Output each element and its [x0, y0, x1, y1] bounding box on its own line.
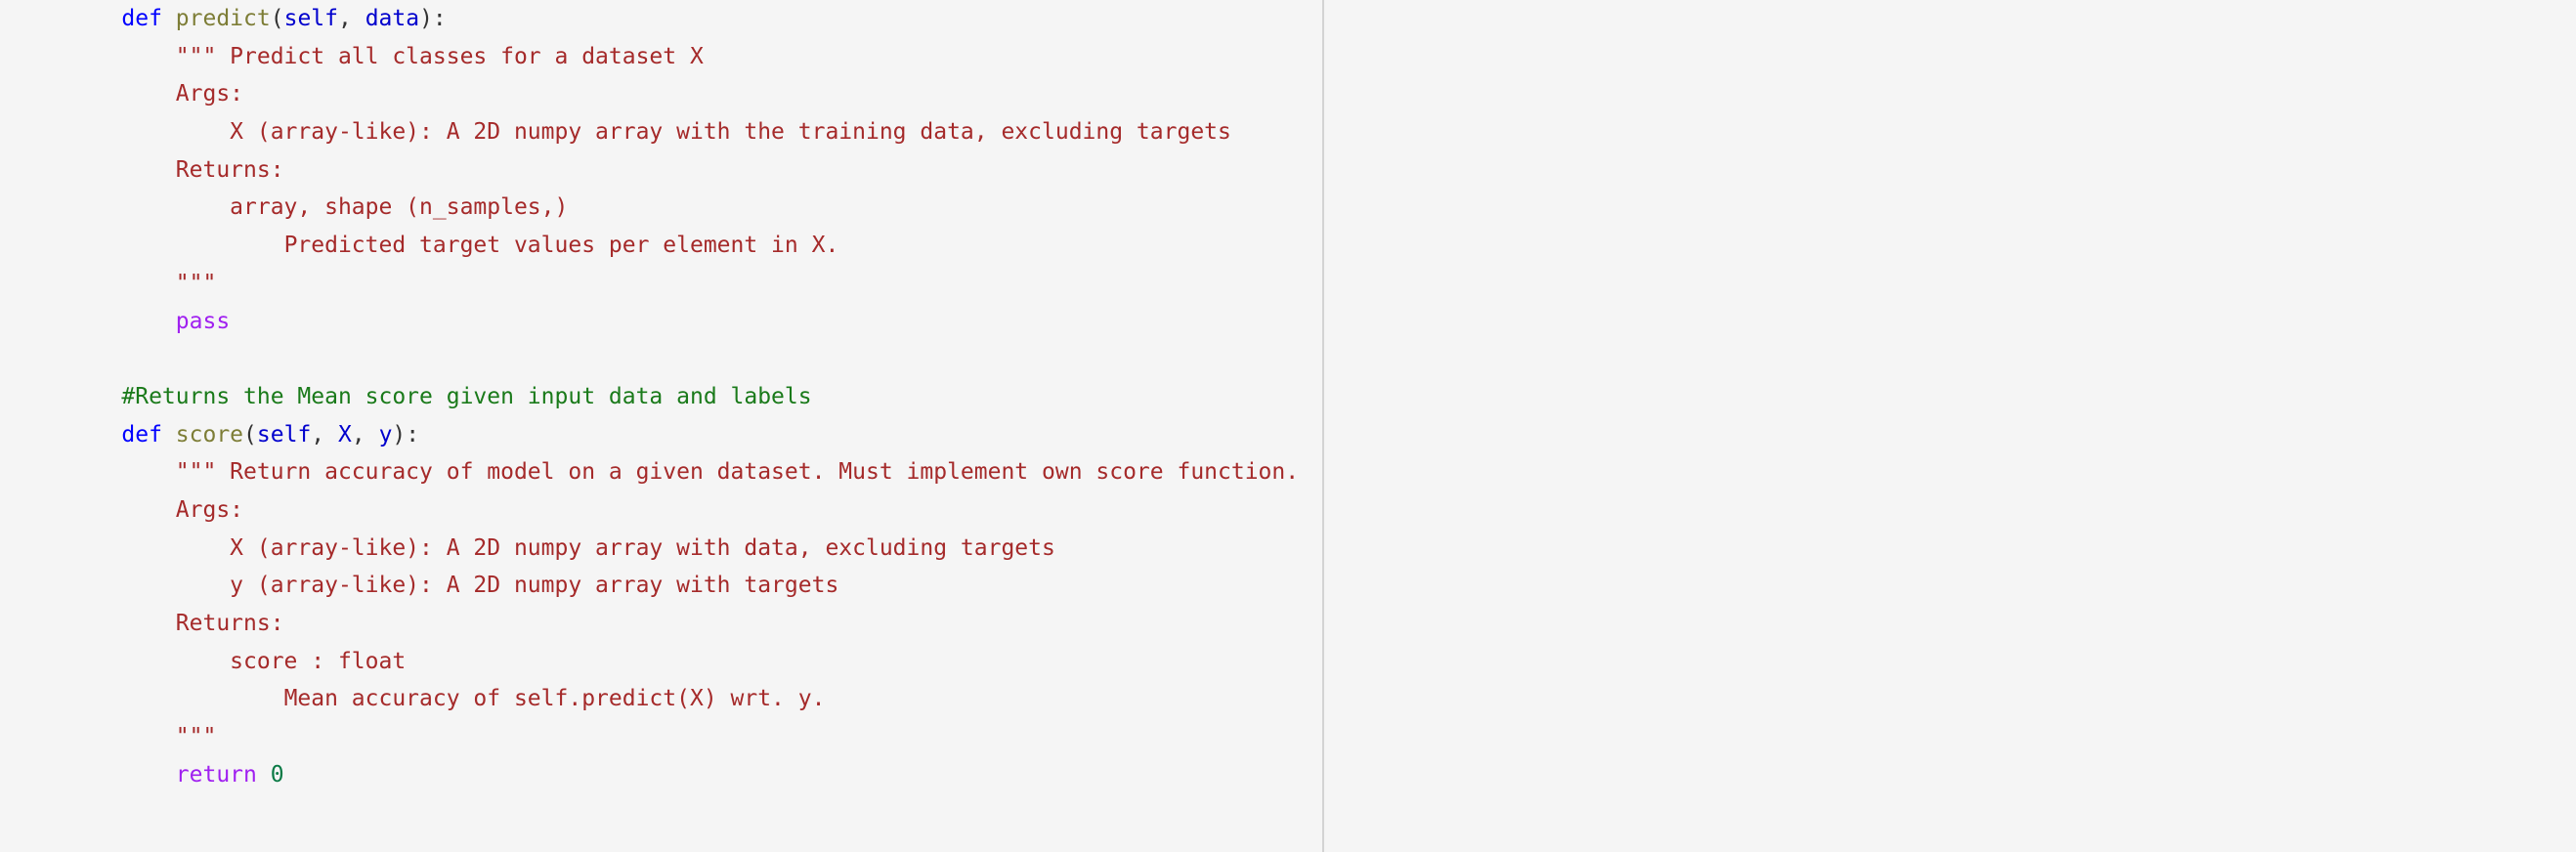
code-token-string: """ Predict all classes for a dataset X [175, 43, 704, 69]
code-token-string: Returns: [175, 156, 284, 183]
code-line[interactable]: Predicted target values per element in X… [0, 227, 2576, 265]
code-line[interactable] [0, 340, 2576, 378]
code-token-string: """ Return accuracy of model on a given … [175, 459, 1300, 486]
code-line[interactable]: def predict(self, data): [0, 0, 2576, 38]
code-token-parameter: data [365, 6, 420, 31]
code-token-plain: , [351, 421, 379, 447]
code-line[interactable]: Args: [0, 75, 2576, 113]
code-token-string: """ [175, 724, 217, 750]
code-token-parameter: y [378, 421, 393, 447]
code-line[interactable]: #Returns the Mean score given input data… [0, 378, 2576, 416]
code-line[interactable]: score : float [0, 643, 2576, 681]
code-token-string: X (array-like): A 2D numpy array with th… [230, 119, 1231, 146]
code-line[interactable]: def score(self, X, y): [0, 416, 2576, 454]
code-token-function-name: score [175, 421, 244, 447]
code-token-plain: , [337, 6, 365, 31]
code-line[interactable]: X (array-like): A 2D numpy array with th… [0, 113, 2576, 151]
code-token-string: Predicted target values per element in X… [283, 233, 839, 259]
code-token-keyword: def [121, 421, 162, 447]
code-token-string: Args: [175, 496, 244, 523]
code-line[interactable]: """ [0, 718, 2576, 756]
code-token-string: Returns: [175, 611, 284, 636]
code-line[interactable]: """ Return accuracy of model on a given … [0, 453, 2576, 491]
code-line[interactable]: return 0 [0, 756, 2576, 794]
code-token-parameter: self [283, 6, 338, 31]
code-token-number: 0 [270, 761, 284, 788]
code-line[interactable]: array, shape (n_samples,) [0, 189, 2576, 227]
code-token-plain: ( [270, 6, 284, 31]
code-token-string: Args: [175, 81, 244, 107]
code-token-string: Mean accuracy of self.predict(X) wrt. y. [283, 686, 826, 712]
code-token-parameter: self [256, 421, 312, 447]
code-line[interactable]: Mean accuracy of self.predict(X) wrt. y. [0, 680, 2576, 718]
code-token-keyword: def [121, 6, 162, 31]
code-token-function-name: predict [175, 6, 271, 31]
code-token-plain: ): [392, 421, 420, 447]
code-token-string: y (array-like): A 2D numpy array with ta… [230, 573, 839, 599]
code-line[interactable]: Returns: [0, 151, 2576, 190]
code-token-control-keyword: pass [175, 308, 231, 334]
code-line[interactable]: """ Predict all classes for a dataset X [0, 38, 2576, 76]
code-token-comment: #Returns the Mean score given input data… [121, 383, 812, 409]
code-token-string: """ [175, 270, 217, 296]
code-token-plain: ): [419, 6, 447, 31]
code-line[interactable]: pass [0, 303, 2576, 341]
code-token-string: array, shape (n_samples,) [230, 194, 569, 221]
code-token-control-keyword: return [175, 761, 257, 788]
code-token-plain: , [311, 421, 338, 447]
code-line[interactable]: y (array-like): A 2D numpy array with ta… [0, 567, 2576, 605]
code-line[interactable]: X (array-like): A 2D numpy array with da… [0, 530, 2576, 568]
code-token-string: X (array-like): A 2D numpy array with da… [230, 534, 1055, 561]
code-editor[interactable]: def predict(self, data): """ Predict all… [0, 0, 2576, 852]
code-token-string: score : float [230, 648, 407, 674]
code-line[interactable]: Args: [0, 491, 2576, 530]
code-token-plain: ( [243, 421, 257, 447]
code-line[interactable]: """ [0, 265, 2576, 303]
code-text-area[interactable]: def predict(self, data): """ Predict all… [0, 0, 2576, 852]
code-token-parameter: X [338, 421, 352, 447]
code-line[interactable]: Returns: [0, 605, 2576, 643]
